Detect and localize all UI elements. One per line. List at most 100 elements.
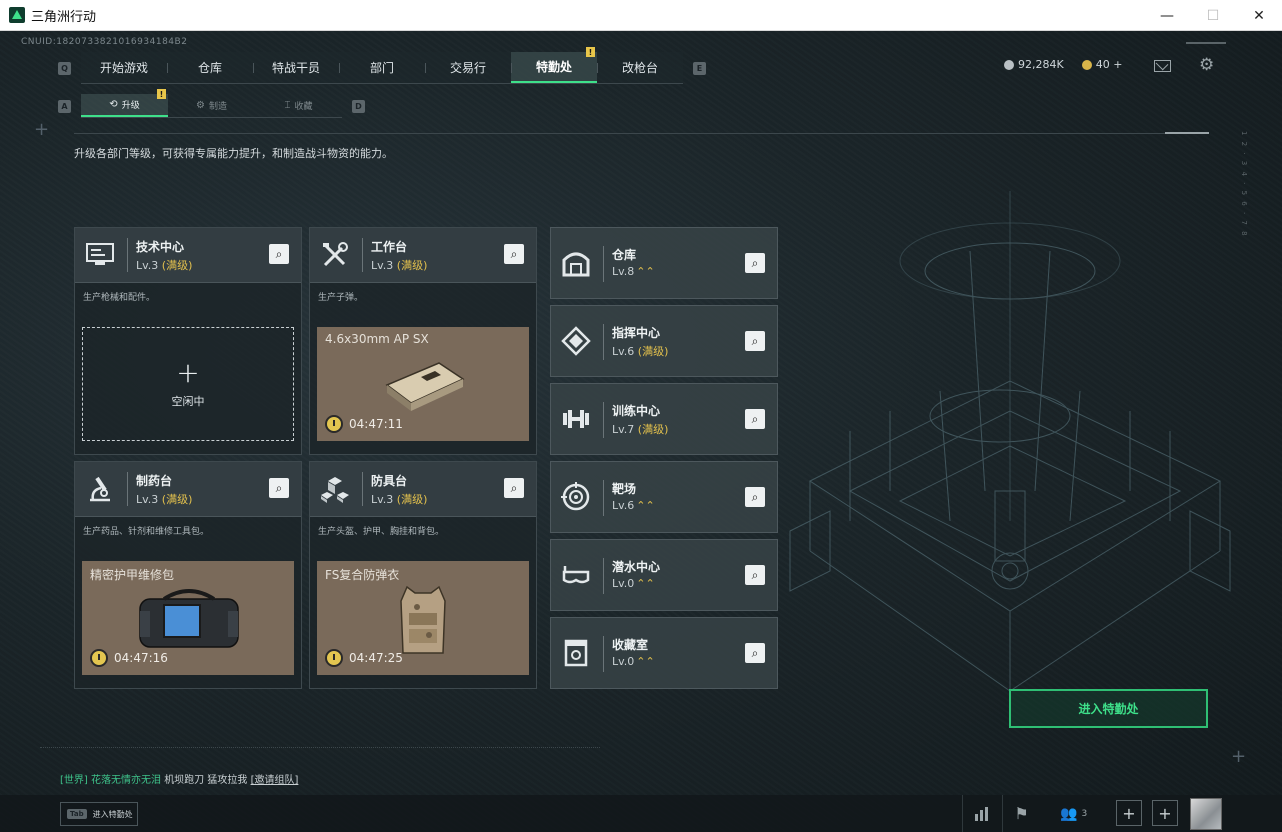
search-icon[interactable]: ⌕: [745, 487, 765, 507]
department-shooting-range[interactable]: 靶场 Lv.6 ⌃⌃ ⌕: [550, 461, 778, 533]
search-icon[interactable]: ⌕: [269, 244, 289, 264]
nav-gunsmith[interactable]: 改枪台: [597, 52, 683, 83]
search-icon[interactable]: ⌕: [745, 643, 765, 663]
add-icon: +: [176, 356, 200, 389]
tab-upgrade[interactable]: ⟲ 升级 !: [81, 89, 168, 117]
department-training-center[interactable]: 训练中心 Lv.7 (满级) ⌕: [550, 383, 778, 455]
upgrade-available-icon: ⌃⌃: [636, 655, 655, 668]
flag-icon[interactable]: ⚑: [1002, 795, 1040, 832]
chat-message: [世界] 花落无情亦无泪 机坝跑刀 猛攻拉我 [邀请组队]: [60, 771, 298, 786]
facility-level: Lv.3 (满级): [136, 493, 193, 506]
production-slot[interactable]: FS复合防弹衣 04:47:25: [317, 561, 529, 675]
nav-right-key-hint[interactable]: E: [693, 61, 706, 75]
card-workbench[interactable]: 工作台 Lv.3 (满级) ⌕ 生产子弹。 4.6x30mm AP SX 04:…: [309, 227, 537, 455]
command-icon: [559, 324, 593, 358]
production-timer: 04:47:11: [325, 415, 403, 433]
close-button[interactable]: ✕: [1236, 0, 1282, 31]
department-name: 指挥中心: [612, 326, 661, 340]
team-member-count: 3: [1081, 808, 1088, 819]
department-diving-center[interactable]: 潜水中心 Lv.0 ⌃⌃ ⌕: [550, 539, 778, 611]
department-level: Lv.7 (满级): [612, 423, 669, 436]
token-amount[interactable]: 40 +: [1096, 58, 1123, 71]
chat-text: 机坝跑刀 猛攻拉我: [164, 775, 248, 786]
department-level: Lv.0 ⌃⌃: [612, 655, 655, 668]
search-icon[interactable]: ⌕: [745, 331, 765, 351]
crosshair-decoration: +: [34, 119, 50, 140]
facility-description: 生产头盔、护甲、胸挂和背包。: [318, 527, 445, 537]
facility-description: 生产枪械和配件。: [83, 293, 156, 303]
page-description: 升级各部门等级，可获得专属能力提升，和制造战斗物资的能力。: [74, 147, 393, 160]
card-tech-center[interactable]: 技术中心 Lv.3 (满级) ⌕ 生产枪械和配件。 + 空闲中: [74, 227, 302, 455]
idle-status: 空闲中: [171, 395, 205, 408]
card-armory[interactable]: 防具台 Lv.3 (满级) ⌕ 生产头盔、护甲、胸挂和背包。 FS复合防弹衣 0…: [309, 461, 537, 689]
production-slot[interactable]: 4.6x30mm AP SX 04:47:11: [317, 327, 529, 441]
craft-icon: ⚙: [196, 100, 205, 111]
nav-left-key-hint[interactable]: Q: [58, 61, 71, 75]
chat-username[interactable]: 花落无情亦无泪: [91, 775, 161, 786]
search-icon[interactable]: ⌕: [504, 478, 524, 498]
search-icon[interactable]: ⌕: [745, 565, 765, 585]
mail-icon[interactable]: [1154, 60, 1171, 72]
gear-icon[interactable]: ⚙: [1199, 57, 1216, 74]
nav-special-ops-label: 特勤处: [535, 60, 572, 74]
timer-icon: [90, 649, 108, 667]
timer-icon: [325, 415, 343, 433]
tab-craft-label: 制造: [208, 102, 227, 112]
search-icon[interactable]: ⌕: [504, 244, 524, 264]
nav-trading[interactable]: 交易行: [425, 52, 511, 83]
department-collection-room[interactable]: 收藏室 Lv.0 ⌃⌃ ⌕: [550, 617, 778, 689]
nav-operators[interactable]: 特战干员: [253, 52, 339, 83]
minimize-button[interactable]: —: [1144, 0, 1190, 31]
production-timer: 04:47:16: [90, 649, 168, 667]
upgrade-icon: ⟲: [109, 99, 118, 110]
facility-description: 生产药品、针剂和维修工具包。: [83, 527, 210, 537]
collection-icon: ⌶: [284, 100, 291, 111]
facility-name: 防具台: [371, 474, 408, 488]
timer-icon: [325, 649, 343, 667]
stats-icon[interactable]: [962, 795, 1000, 832]
microscope-icon: [83, 472, 117, 506]
people-icon: 👥: [1060, 805, 1078, 822]
search-icon[interactable]: ⌕: [745, 253, 765, 273]
warehouse-icon: [559, 246, 593, 280]
maximize-button[interactable]: ☐: [1190, 0, 1236, 31]
upgrade-badge: !: [157, 89, 166, 99]
coin-icon: [1004, 59, 1014, 70]
avatar[interactable]: [1190, 798, 1222, 830]
sub-nav-bar: ⟲ 升级 ! ⚙ 制造 ⌶ 收藏: [81, 89, 342, 118]
target-icon: [559, 480, 593, 514]
facility-name: 工作台: [371, 240, 408, 254]
window-titlebar: 三角洲行动 — ☐ ✕: [0, 0, 1282, 31]
dumbbell-icon: [559, 402, 593, 436]
search-icon[interactable]: ⌕: [745, 409, 765, 429]
nav-start-game[interactable]: 开始游戏: [81, 52, 167, 83]
facility-level: Lv.3 (满级): [136, 259, 193, 272]
tab-shortcut-button[interactable]: Tab 进入特勤处: [60, 802, 138, 826]
window-controls: — ☐ ✕: [1144, 0, 1282, 31]
department-command-center[interactable]: 指挥中心 Lv.6 (满级) ⌕: [550, 305, 778, 377]
tab-shortcut-label: 进入特勤处: [92, 809, 133, 819]
department-level: Lv.8 ⌃⌃: [612, 265, 655, 278]
department-name: 靶场: [612, 482, 637, 496]
department-name: 训练中心: [612, 404, 661, 418]
nav-warehouse[interactable]: 仓库: [167, 52, 253, 83]
add-teammate-button[interactable]: +: [1116, 800, 1142, 826]
production-slot[interactable]: 精密护甲维修包 04:47:16: [82, 561, 294, 675]
card-pharmacy[interactable]: 制药台 Lv.3 (满级) ⌕ 生产药品、针剂和维修工具包。 精密护甲维修包 0…: [74, 461, 302, 689]
search-icon[interactable]: ⌕: [269, 478, 289, 498]
app-logo-icon: [9, 7, 25, 23]
team-members[interactable]: 👥 3: [1060, 795, 1087, 832]
diving-mask-icon: [559, 558, 593, 592]
tab-craft[interactable]: ⚙ 制造: [168, 94, 255, 117]
nav-departments[interactable]: 部门: [339, 52, 425, 83]
nav-special-ops[interactable]: 特勤处 !: [511, 47, 597, 83]
idle-slot[interactable]: + 空闲中: [82, 327, 294, 441]
enter-special-ops-button[interactable]: 进入特勤处: [1009, 689, 1208, 728]
invite-team-link[interactable]: [邀请组队]: [251, 775, 299, 786]
subnav-left-key-hint[interactable]: A: [58, 99, 71, 113]
add-teammate-button[interactable]: +: [1152, 800, 1178, 826]
department-warehouse[interactable]: 仓库 Lv.8 ⌃⌃ ⌕: [550, 227, 778, 299]
subnav-right-key-hint[interactable]: D: [352, 99, 365, 113]
tab-collection[interactable]: ⌶ 收藏: [255, 94, 342, 117]
tools-icon: [318, 238, 352, 272]
